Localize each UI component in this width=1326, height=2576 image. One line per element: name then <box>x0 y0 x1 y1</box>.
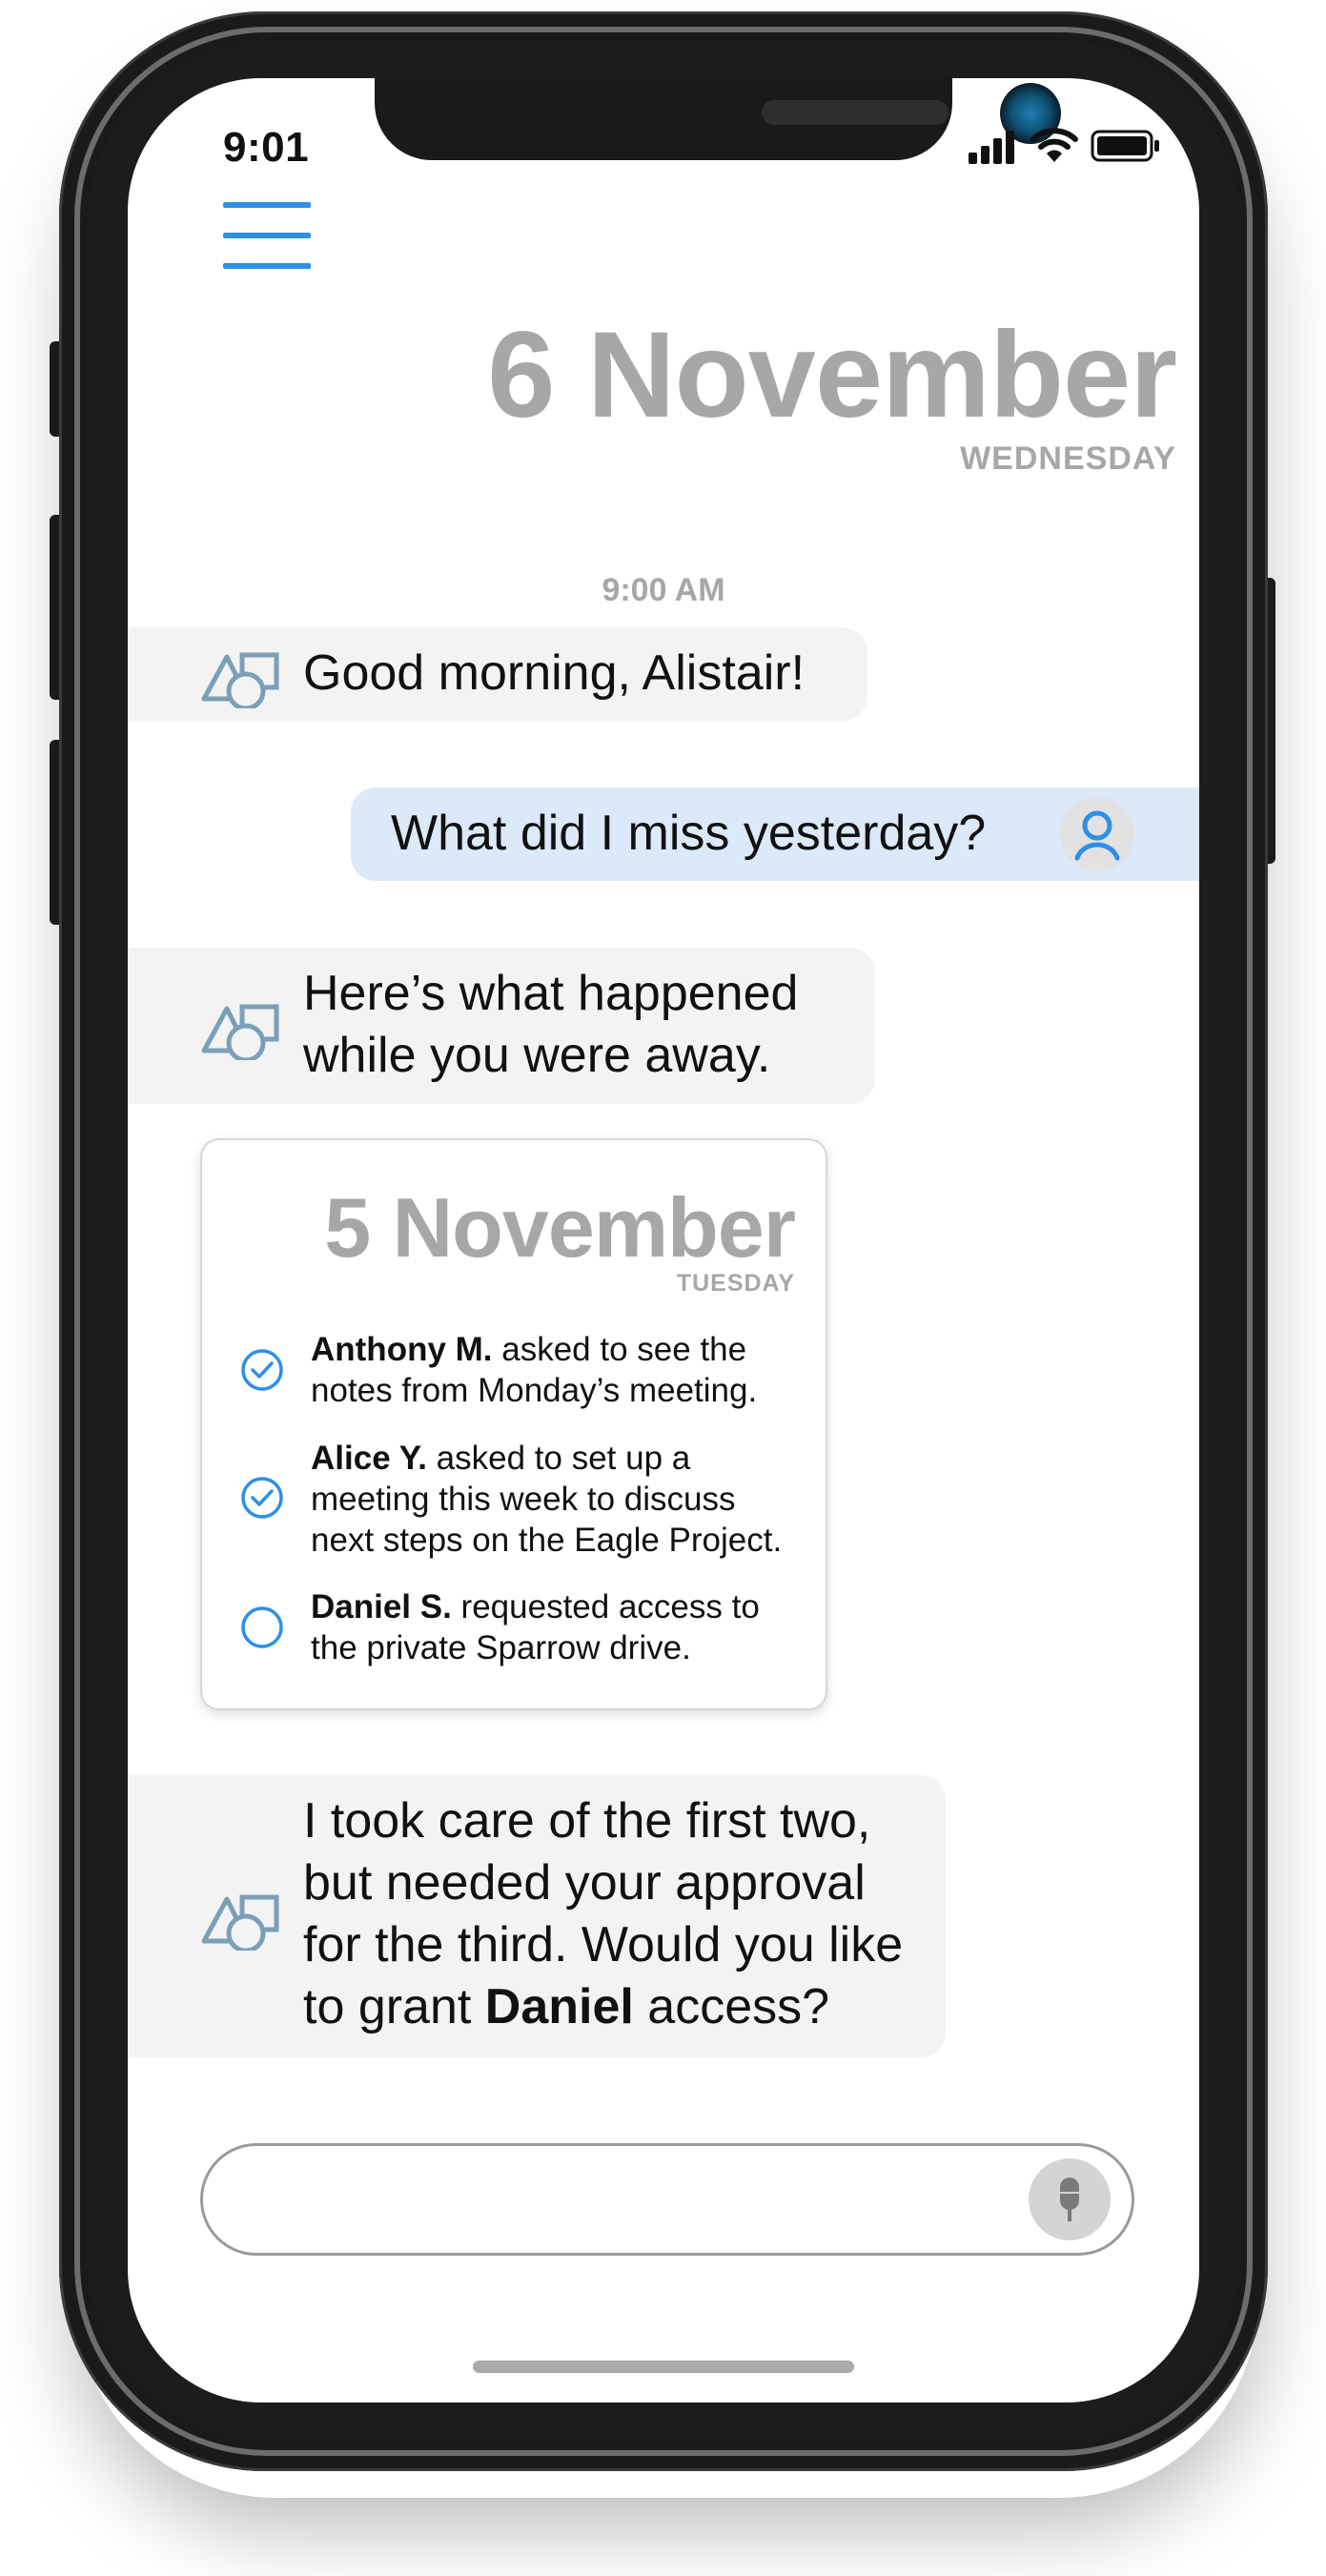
message-text: Here’s what happened while you were away… <box>303 963 798 1087</box>
phone-screen: 9:01 6 November WEDNESDAY 9:00 AM Good m… <box>128 78 1199 2402</box>
hamburger-menu-icon[interactable] <box>223 202 311 269</box>
current-date: 6 November <box>487 307 1177 443</box>
message-line: I took care of the first two, <box>303 1793 871 1849</box>
checkmark-circle-icon[interactable] <box>240 1476 284 1520</box>
assistant-message: I took care of the first two, but needed… <box>128 1775 946 2057</box>
assistant-shapes-icon <box>201 652 279 708</box>
status-icons <box>967 126 1167 164</box>
message-text: What did I miss yesterday? <box>391 806 987 861</box>
task-person: Daniel S. <box>311 1588 452 1625</box>
task-person: Anthony M. <box>311 1331 493 1368</box>
assistant-shapes-icon <box>201 1894 279 1951</box>
empty-circle-icon[interactable] <box>240 1605 284 1649</box>
message-input[interactable] <box>241 2165 1008 2236</box>
signal-icon <box>969 131 1014 164</box>
microphone-button[interactable] <box>1029 2158 1111 2240</box>
task-line: next steps on the Eagle Project. <box>311 1522 783 1559</box>
task-line: asked to see the <box>492 1331 747 1368</box>
task-line: asked to set up a <box>426 1440 691 1477</box>
status-time: 9:01 <box>223 124 310 171</box>
microphone-icon <box>1060 2177 1079 2221</box>
battery-icon <box>1091 130 1159 162</box>
message-line: to grant <box>303 1979 485 2034</box>
message-composer <box>200 2143 1134 2256</box>
message-line: access? <box>633 1979 830 2034</box>
task-text: Daniel S. requested access to the privat… <box>311 1586 760 1668</box>
current-weekday: WEDNESDAY <box>960 440 1176 477</box>
message-line: for the third. Would you like <box>303 1917 904 1973</box>
assistant-shapes-icon <box>201 1004 279 1060</box>
message-line: but needed your approval <box>303 1855 866 1911</box>
earpiece-speaker <box>762 100 949 125</box>
task-text: Alice Y. asked to set up a meeting this … <box>311 1438 782 1561</box>
daily-summary-card[interactable]: 5 November TUESDAY Anthony M. asked to s… <box>200 1138 827 1710</box>
message-line: while you were away. <box>303 1028 771 1083</box>
summary-date: 5 November <box>324 1180 796 1275</box>
assistant-message: Here’s what happened while you were away… <box>128 948 875 1104</box>
summary-weekday: TUESDAY <box>676 1270 795 1297</box>
task-line: meeting this week to discuss <box>311 1481 736 1518</box>
checkmark-circle-icon[interactable] <box>240 1348 284 1392</box>
home-indicator[interactable] <box>473 2361 854 2373</box>
message-text: I took care of the first two, but needed… <box>303 1790 903 2038</box>
task-line: requested access to <box>451 1588 760 1625</box>
message-line: Here’s what happened <box>303 966 799 1021</box>
wifi-icon <box>1030 128 1078 162</box>
user-message: What did I miss yesterday? <box>351 787 1199 881</box>
task-text: Anthony M. asked to see the notes from M… <box>311 1329 757 1411</box>
message-text: Good morning, Alistair! <box>303 645 806 701</box>
device-mockup: 9:01 6 November WEDNESDAY 9:00 AM Good m… <box>0 0 1326 2576</box>
user-avatar-icon <box>1074 810 1120 861</box>
user-avatar <box>1060 797 1134 871</box>
task-line: notes from Monday’s meeting. <box>311 1372 758 1409</box>
assistant-message: Good morning, Alistair! <box>128 627 867 721</box>
task-line: the private Sparrow drive. <box>311 1629 691 1666</box>
message-timestamp: 9:00 AM <box>602 572 725 608</box>
task-person: Alice Y. <box>311 1440 427 1477</box>
notch <box>375 78 1061 160</box>
highlighted-name: Daniel <box>484 1979 634 2034</box>
